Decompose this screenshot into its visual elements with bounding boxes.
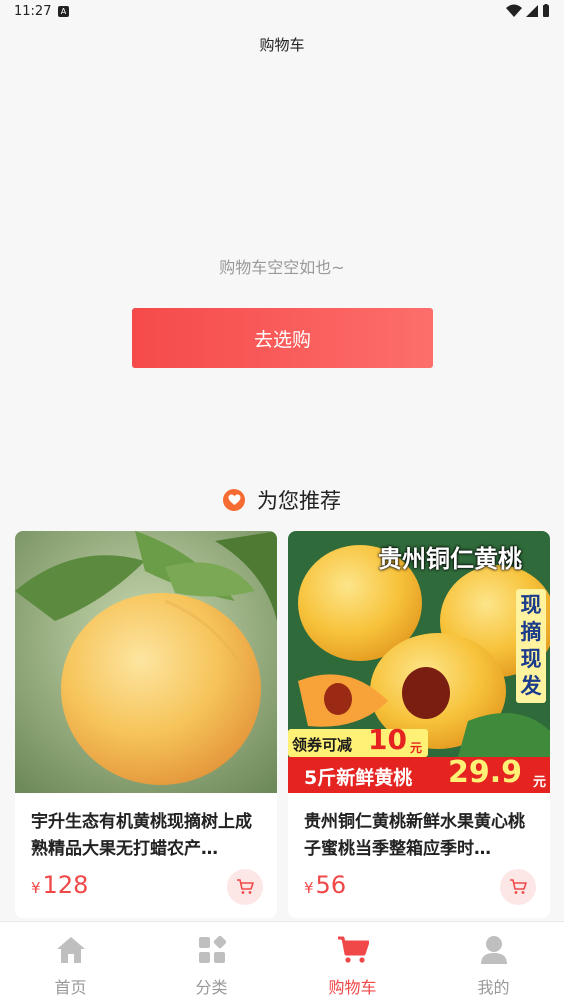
tab-label: 购物车 bbox=[328, 978, 377, 997]
status-a-badge: A bbox=[58, 6, 69, 17]
status-time: 11:27 bbox=[14, 4, 52, 19]
empty-cart-area: 购物车空空如也~ 去选购 bbox=[0, 64, 564, 464]
image-coupon-unit: 元 bbox=[410, 741, 423, 755]
product-image[interactable] bbox=[15, 531, 277, 793]
wifi-icon bbox=[506, 4, 522, 17]
tab-cart[interactable]: 购物车 bbox=[282, 922, 423, 1004]
tab-label: 我的 bbox=[477, 978, 510, 997]
cart-icon bbox=[510, 879, 527, 894]
empty-cart-message: 购物车空空如也~ bbox=[219, 258, 345, 277]
home-icon bbox=[55, 934, 87, 966]
add-to-cart-button[interactable] bbox=[227, 869, 263, 905]
recommend-header: 为您推荐 bbox=[0, 484, 564, 516]
cart-icon bbox=[237, 879, 254, 894]
page-title: 购物车 bbox=[259, 36, 305, 54]
product-price: ¥ 128 bbox=[31, 871, 88, 899]
tab-profile[interactable]: 我的 bbox=[423, 922, 564, 1004]
add-to-cart-button[interactable] bbox=[500, 869, 536, 905]
app-header: 购物车 bbox=[0, 24, 564, 64]
price-value: 56 bbox=[315, 871, 347, 899]
heart-icon bbox=[223, 489, 245, 511]
category-icon bbox=[196, 934, 228, 966]
image-promo-text: 5斤新鲜黄桃 bbox=[304, 767, 413, 789]
tab-home[interactable]: 首页 bbox=[0, 922, 141, 1004]
product-price: ¥ 56 bbox=[304, 871, 346, 899]
status-bar: 11:27 A bbox=[0, 0, 564, 24]
image-side-text: 现摘现发 bbox=[516, 589, 546, 703]
image-title-text: 贵州铜仁黄桃 bbox=[378, 545, 522, 573]
tab-label: 分类 bbox=[195, 978, 228, 997]
price-symbol: ¥ bbox=[31, 879, 41, 897]
product-card[interactable]: 贵州铜仁黄桃 现摘现发 领券可减 10 元 5斤新鲜黄桃 29.9 元 贵州铜仁… bbox=[288, 531, 550, 918]
cart-icon bbox=[337, 934, 369, 966]
product-name[interactable]: 宇升生态有机黄桃现摘树上成熟精品大果无打蜡农产… bbox=[31, 809, 265, 863]
image-coupon-text: 领券可减 bbox=[292, 736, 353, 754]
image-promo-price-unit: 元 bbox=[533, 775, 547, 790]
price-symbol: ¥ bbox=[304, 879, 314, 897]
go-shopping-button[interactable]: 去选购 bbox=[132, 308, 433, 368]
product-card[interactable]: 宇升生态有机黄桃现摘树上成熟精品大果无打蜡农产… ¥ 128 bbox=[15, 531, 277, 918]
recommend-title: 为您推荐 bbox=[257, 489, 341, 513]
profile-icon bbox=[478, 934, 510, 966]
battery-icon bbox=[543, 4, 549, 17]
image-coupon-amount: 10 bbox=[368, 723, 407, 756]
product-name[interactable]: 贵州铜仁黄桃新鲜水果黄心桃子蜜桃当季整箱应季时… bbox=[304, 809, 538, 863]
tab-label: 首页 bbox=[54, 978, 87, 997]
bottom-tab-bar: 首页 分类 购物车 我的 bbox=[0, 921, 564, 1004]
signal-icon bbox=[526, 5, 538, 17]
price-value: 128 bbox=[42, 871, 89, 899]
status-icons bbox=[506, 4, 550, 18]
image-promo-price: 29.9 bbox=[448, 755, 523, 790]
product-image[interactable]: 贵州铜仁黄桃 现摘现发 领券可减 10 元 5斤新鲜黄桃 29.9 元 bbox=[288, 531, 550, 793]
tab-category[interactable]: 分类 bbox=[141, 922, 282, 1004]
